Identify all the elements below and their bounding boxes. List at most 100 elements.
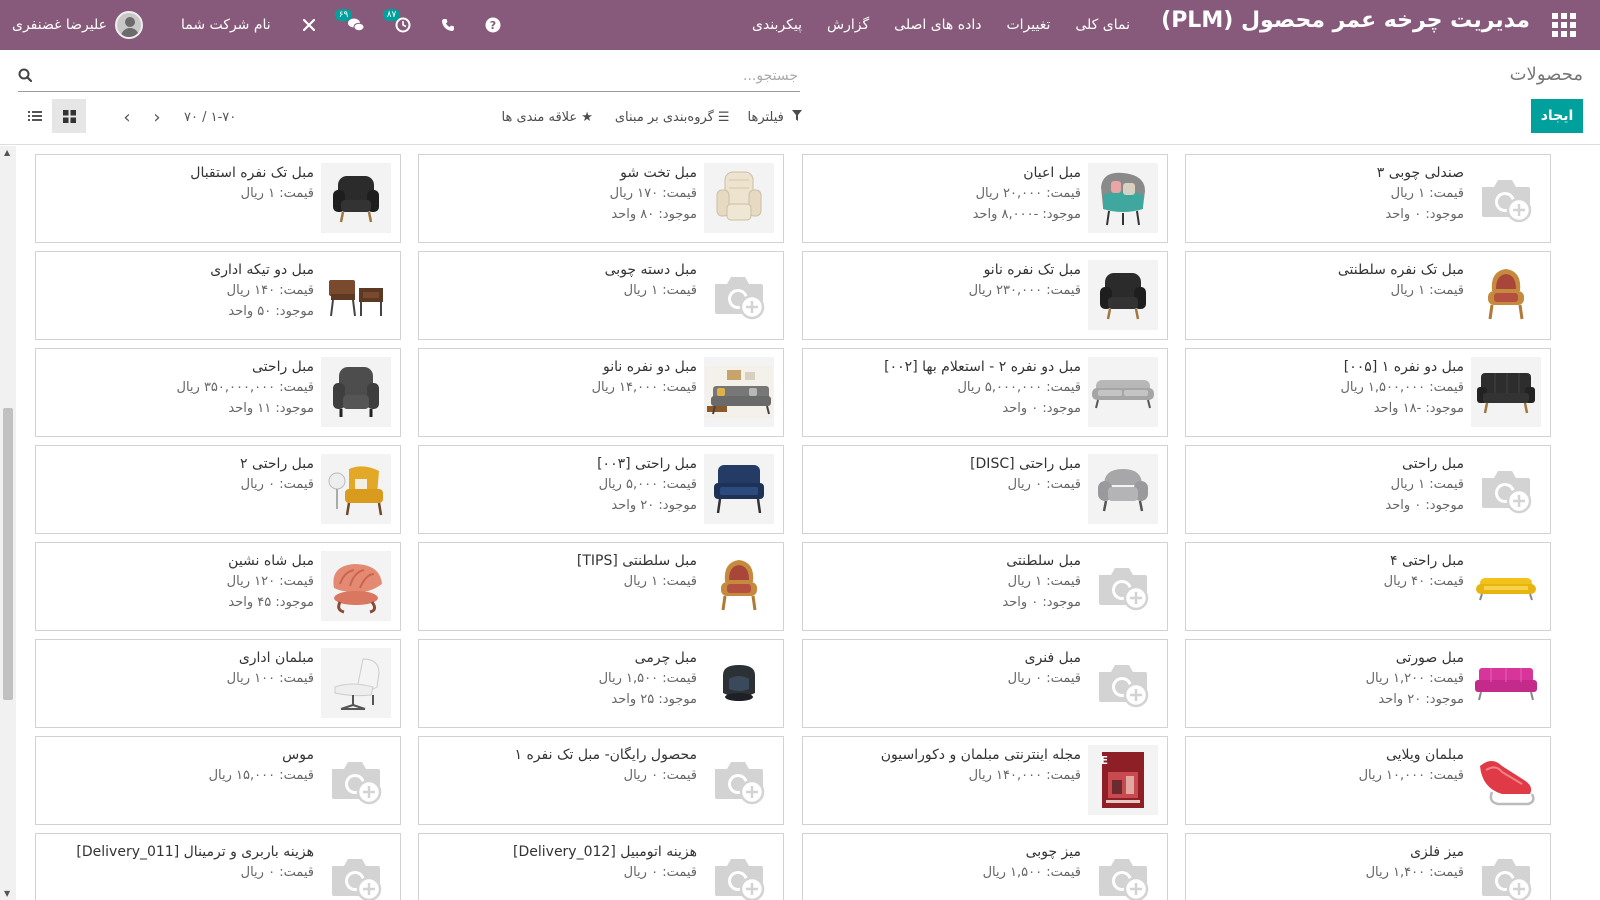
pager-next-button[interactable]: › <box>142 107 172 128</box>
favorites-dropdown[interactable]: ★علاقه مندی ها <box>502 110 593 125</box>
product-price: قیمت: ۳۵۰,۰۰۰,۰۰۰ ریال <box>176 380 314 395</box>
activities-button[interactable]: ۸۷ <box>382 9 411 33</box>
product-card[interactable]: مبل تخت شو قیمت: ۱۷۰ ریال موجود: ۸۰ واحد <box>418 154 784 243</box>
pager-value[interactable]: ۱-۷۰ / ۷۰ <box>184 110 236 125</box>
svg-text:?: ? <box>489 19 495 32</box>
image-placeholder-icon <box>1471 163 1541 233</box>
product-card[interactable]: مبل راحتی [DISC] قیمت: ۰ ریال <box>802 445 1168 534</box>
product-card[interactable]: میز چوبی قیمت: ۱,۵۰۰ ریال <box>802 833 1168 900</box>
image-placeholder-icon <box>321 842 391 900</box>
filters-dropdown[interactable]: فیلترها <box>748 109 802 125</box>
search-input[interactable] <box>18 62 800 90</box>
product-price: قیمت: ۲۰,۰۰۰ ریال <box>975 186 1081 201</box>
menu-item-master-data[interactable]: داده های اصلی <box>894 17 981 33</box>
product-card[interactable]: مبل دو نفره ۲ - استعلام بها [۰۰۲] قیمت: ۵… <box>802 348 1168 437</box>
phone-icon[interactable] <box>441 18 455 32</box>
product-card[interactable]: مبل دو تیکه اداری قیمت: ۱۴۰ ریال موجود: ۵۰… <box>35 251 401 340</box>
messages-button[interactable]: ۶۹ <box>334 9 365 33</box>
product-card[interactable]: مبل تک نفره سلطنتی قیمت: ۱ ریال <box>1185 251 1551 340</box>
scroll-thumb[interactable] <box>3 408 13 700</box>
menu-item-configuration[interactable]: پیکربندی <box>752 17 802 33</box>
product-image <box>321 551 391 621</box>
pager-previous-button[interactable]: ‹ <box>112 107 142 128</box>
scroll-down-arrow[interactable]: ▼ <box>4 889 10 898</box>
product-name: مبل راحتی <box>252 359 314 375</box>
product-card[interactable]: هزینه باربری و ترمینال [Delivery_011] قیم… <box>35 833 401 900</box>
avatar <box>115 11 143 39</box>
create-button[interactable]: ایجاد <box>1531 99 1583 133</box>
product-name: مبل سلطنتی <box>1006 553 1081 569</box>
question-circle-icon[interactable]: ? <box>485 17 501 33</box>
scrollbar[interactable]: ▲ ▼ <box>0 146 16 900</box>
product-card[interactable]: مبلمان ویلایی قیمت: ۱۰,۰۰۰ ریال <box>1185 736 1551 825</box>
product-name: هزینه اتومبیل [Delivery_012] <box>513 844 697 860</box>
product-name: مبل دو نفره ۲ - استعلام بها [۰۰۲] <box>884 359 1081 375</box>
product-card[interactable]: مبل راحتی ۴ قیمت: ۴۰ ریال <box>1185 542 1551 631</box>
product-card[interactable]: مبل راحتی [۰۰۳] قیمت: ۵,۰۰۰ ریال موجود: ۲۰… <box>418 445 784 534</box>
image-placeholder-icon <box>1471 454 1541 524</box>
tools-icon[interactable] <box>301 17 317 33</box>
product-image <box>704 648 774 718</box>
product-price: قیمت: ۰ ریال <box>240 865 314 880</box>
main-menu: نمای کلی تغییرات داده های اصلی گزارش پیک… <box>727 0 1130 50</box>
product-info: محصول رایگان- مبل تک نفره ۱ قیمت: ۰ ریال <box>427 745 697 786</box>
product-card[interactable]: مبل تک نفره استقبال قیمت: ۱ ریال <box>35 154 401 243</box>
product-name: مبل دو نفره ۱ [۰۰۵] <box>1343 359 1464 375</box>
kanban-view: صندلی چوبی ۳ قیمت: ۱ ریال موجود: ۰ واحد مبل… <box>35 154 1583 900</box>
product-card[interactable]: محصول رایگان- مبل تک نفره ۱ قیمت: ۰ ریال <box>418 736 784 825</box>
product-name: صندلی چوبی ۳ <box>1376 165 1464 181</box>
product-card[interactable]: مبل راحتی قیمت: ۳۵۰,۰۰۰,۰۰۰ ریال موجود: ۱۱… <box>35 348 401 437</box>
list-view-button[interactable] <box>18 99 52 133</box>
search-icon[interactable] <box>18 68 33 86</box>
product-name: مبل تک نفره استقبال <box>190 165 314 181</box>
company-switcher[interactable]: نام شرکت شما <box>181 17 271 33</box>
product-image <box>1471 648 1541 718</box>
product-name: مبل راحتی [۰۰۳] <box>597 456 697 472</box>
product-card[interactable]: مبل چرمی قیمت: ۱,۵۰۰ ریال موجود: ۲۵ واحد <box>418 639 784 728</box>
product-card[interactable]: مبل راحتی قیمت: ۱ ریال موجود: ۰ واحد <box>1185 445 1551 534</box>
product-price: قیمت: ۱ ریال <box>623 574 697 589</box>
product-card[interactable]: هزینه اتومبیل [Delivery_012] قیمت: ۰ ریال <box>418 833 784 900</box>
product-card[interactable]: مبل صورتی قیمت: ۱,۲۰۰ ریال موجود: ۲۰ واحد <box>1185 639 1551 728</box>
product-card[interactable]: مبل دو نفره نانو قیمت: ۱۴,۰۰۰ ریال <box>418 348 784 437</box>
scroll-up-arrow[interactable]: ▲ <box>4 148 10 157</box>
product-card[interactable]: مبل سلطنتی [TIPS] قیمت: ۱ ریال <box>418 542 784 631</box>
product-card[interactable]: مبل دو نفره ۱ [۰۰۵] قیمت: ۱,۵۰۰,۰۰۰ ریال م… <box>1185 348 1551 437</box>
product-card[interactable]: میز فلزی قیمت: ۱,۴۰۰ ریال <box>1185 833 1551 900</box>
product-card[interactable]: مبل راحتی ۲ قیمت: ۰ ریال <box>35 445 401 534</box>
product-name: مبل راحتی [DISC] <box>970 456 1081 472</box>
product-info: مبل صورتی قیمت: ۱,۲۰۰ ریال موجود: ۲۰ واحد <box>1194 648 1464 710</box>
group-by-dropdown[interactable]: ☰گروه‌بندی بر مبنای <box>615 110 730 125</box>
app-title[interactable]: مدیریت چرخه عمر محصول (PLM) <box>1161 8 1530 33</box>
list-icon <box>28 111 42 121</box>
product-card[interactable]: مبل تک نفره نانو قیمت: ۲۳۰,۰۰۰ ریال <box>802 251 1168 340</box>
image-placeholder-icon <box>704 842 774 900</box>
product-image <box>1088 260 1158 330</box>
product-card[interactable]: مبلمان اداری قیمت: ۱۰۰ ریال <box>35 639 401 728</box>
product-info: مبل شاه نشین قیمت: ۱۲۰ ریال موجود: ۴۵ واحد <box>44 551 314 613</box>
product-card[interactable]: مبل سلطنتی قیمت: ۱ ریال موجود: ۰ واحد <box>802 542 1168 631</box>
product-card[interactable]: ELLE مجله اینترنتی مبلمان و دکوراسیون قیمت… <box>802 736 1168 825</box>
control-panel: محصولات ایجاد ★علاقه مندی ها ☰گروه‌بندی … <box>0 50 1600 145</box>
product-info: مبل فنری قیمت: ۰ ریال <box>811 648 1081 689</box>
product-price: قیمت: ۱ ریال <box>1390 283 1464 298</box>
product-card[interactable]: صندلی چوبی ۳ قیمت: ۱ ریال موجود: ۰ واحد <box>1185 154 1551 243</box>
menu-item-reporting[interactable]: گزارش <box>827 17 869 33</box>
product-card[interactable]: مبل فنری قیمت: ۰ ریال <box>802 639 1168 728</box>
favorites-label: علاقه مندی ها <box>501 109 578 125</box>
menu-item-overview[interactable]: نمای کلی <box>1075 17 1130 33</box>
product-card[interactable]: موس قیمت: ۱۵,۰۰۰ ریال <box>35 736 401 825</box>
product-image <box>321 163 391 233</box>
kanban-view-button[interactable] <box>52 99 86 133</box>
user-menu[interactable]: علیرضا غضنفری <box>12 11 143 39</box>
apps-grid-icon[interactable] <box>1552 13 1576 37</box>
product-info: مجله اینترنتی مبلمان و دکوراسیون قیمت: ۱۴… <box>811 745 1081 786</box>
product-name: مجله اینترنتی مبلمان و دکوراسیون <box>880 747 1081 763</box>
product-name: مبلمان اداری <box>238 650 314 666</box>
product-card[interactable]: مبل شاه نشین قیمت: ۱۲۰ ریال موجود: ۴۵ واحد <box>35 542 401 631</box>
product-name: میز فلزی <box>1410 844 1464 860</box>
product-info: مبل دو نفره نانو قیمت: ۱۴,۰۰۰ ریال <box>427 357 697 398</box>
product-card[interactable]: مبل دسته چوبی قیمت: ۱ ریال <box>418 251 784 340</box>
product-card[interactable]: مبل اعیان قیمت: ۲۰,۰۰۰ ریال موجود: -۸,۰۰۰ … <box>802 154 1168 243</box>
menu-item-changes[interactable]: تغییرات <box>1006 17 1050 33</box>
